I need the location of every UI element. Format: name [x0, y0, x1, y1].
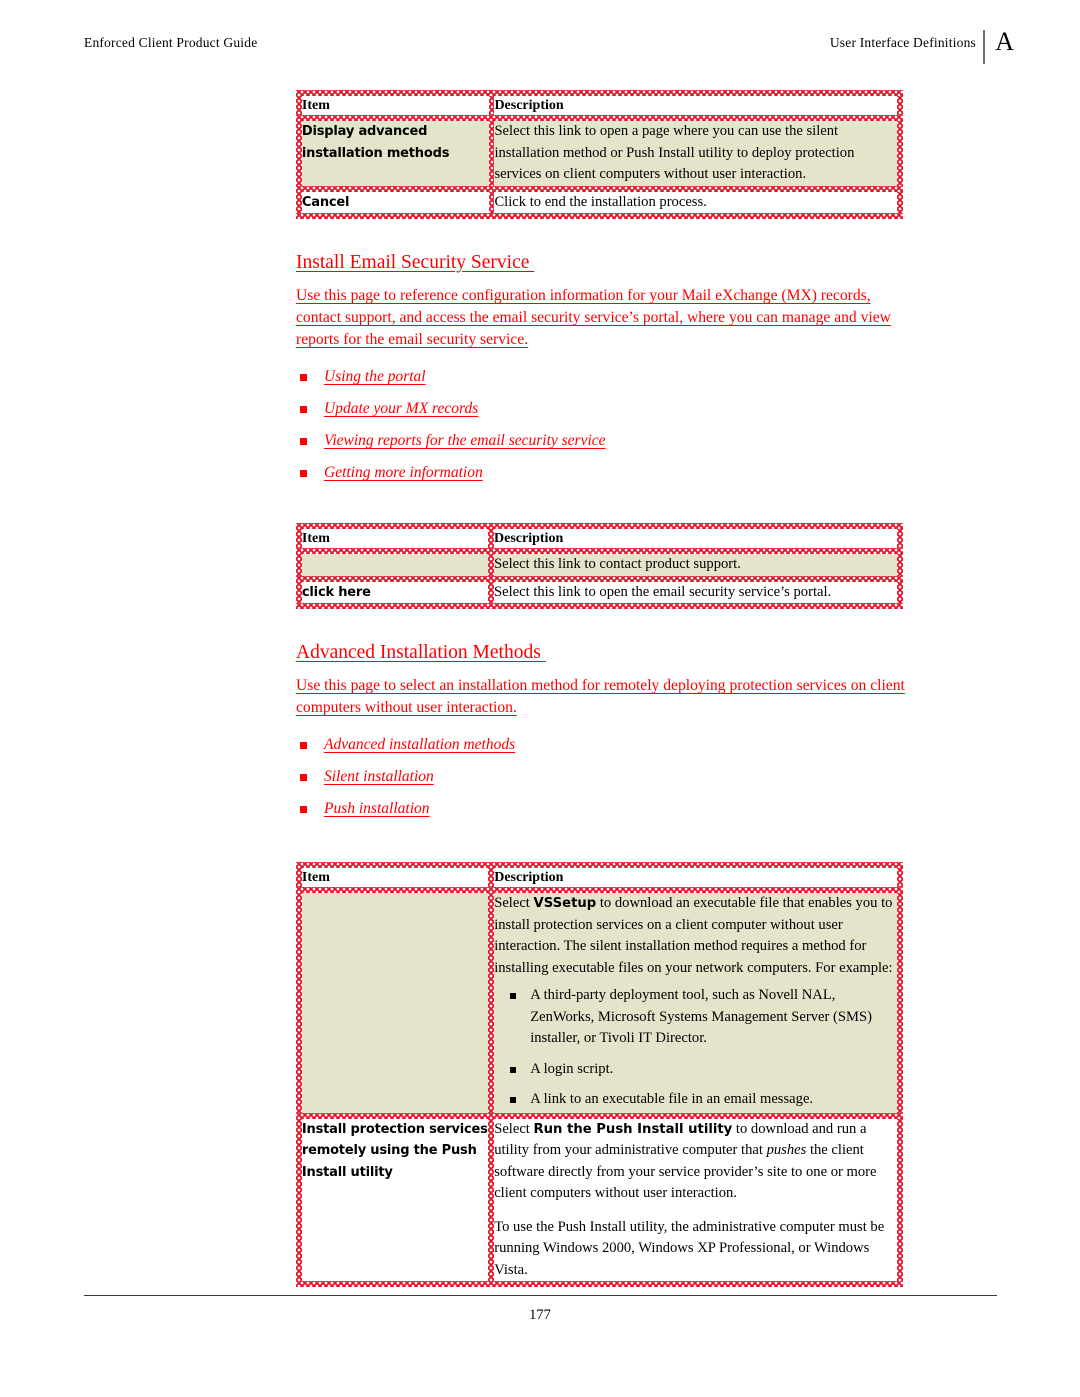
section-heading-advanced-installation-methods: Advanced Installation Methods — [296, 642, 546, 663]
table-cell-item: Install protection services remotely usi… — [301, 1121, 488, 1180]
table-cell-description: Select VSSetup to download an executable… — [494, 893, 897, 979]
silent-install-methods-list: A third-party deployment tool, such as N… — [494, 985, 897, 1111]
table-email-security-actions: Item Description Select this link to con… — [296, 523, 903, 609]
list-item[interactable]: Update your MX records — [296, 399, 906, 431]
header-book-title: Enforced Client Product Guide — [84, 35, 258, 50]
table-cell-description: Select Run the Push Install utility to d… — [494, 1119, 897, 1205]
page-running-header: Enforced Client Product Guide User Inter… — [84, 27, 1014, 64]
header-section-title: User Interface Definitions — [829, 35, 976, 50]
table-cell-description: Select this link to open the email secur… — [494, 583, 832, 600]
cross-reference-link[interactable]: Getting more information — [324, 464, 483, 481]
desc-lead-text: Select — [494, 895, 534, 911]
bullet-square-icon — [300, 470, 307, 477]
list-item[interactable]: Advanced installation methods — [296, 735, 906, 767]
cross-reference-link[interactable]: Silent installation — [324, 768, 434, 785]
table-bottom-border — [296, 1281, 903, 1287]
bullet-square-icon — [510, 993, 517, 999]
table-header-row: Item Description — [296, 529, 903, 548]
list-item-label: A third-party deployment tool, such as N… — [530, 987, 872, 1046]
link-list-advanced-install: Advanced installation methods Silent ins… — [296, 735, 906, 831]
list-item[interactable]: Push installation — [296, 799, 906, 831]
table-cell-item — [302, 554, 488, 576]
cross-reference-link[interactable]: Using the portal — [324, 368, 426, 385]
cross-reference-link[interactable]: Push installation — [324, 800, 430, 817]
ui-control-name-vssetup: VSSetup — [533, 896, 597, 911]
page-content: Item Description Display advanced instal… — [296, 90, 906, 1287]
list-item: A third-party deployment tool, such as N… — [508, 985, 897, 1050]
column-header-item: Item — [301, 531, 330, 546]
table-row: click here Select this link to open the … — [296, 581, 903, 603]
header-appendix-letter: A — [995, 27, 1014, 56]
list-item[interactable]: Getting more information — [296, 463, 906, 495]
list-item[interactable]: Silent installation — [296, 767, 906, 799]
bullet-square-icon — [510, 1066, 517, 1073]
list-item: A login script. — [508, 1059, 897, 1081]
section-body-advanced-installation-methods: Use this page to select an installation … — [296, 677, 905, 716]
column-header-description: Description — [494, 531, 564, 546]
table-advanced-install-methods: Item Description Select VSSetup to downl… — [296, 862, 903, 1287]
table-row: Install protection services remotely usi… — [296, 1118, 903, 1281]
list-item[interactable]: Using the portal — [296, 367, 906, 399]
cross-reference-link[interactable]: Advanced installation methods — [324, 736, 515, 753]
column-header-description: Description — [494, 870, 564, 885]
column-header-item: Item — [301, 98, 330, 113]
ui-control-name-run-push-install: Run the Push Install utility — [533, 1121, 733, 1137]
table-header-row: Item Description — [296, 96, 903, 115]
link-list-email-security: Using the portal Update your MX records … — [296, 367, 906, 495]
header-divider — [983, 30, 985, 64]
table-cell-item: Display advanced installation methods — [301, 124, 450, 161]
column-header-item: Item — [301, 870, 330, 885]
table-row: Select VSSetup to download an executable… — [296, 893, 903, 1113]
bullet-square-icon — [300, 438, 307, 445]
table-cell-description: Click to end the installation process. — [494, 193, 707, 210]
list-item: A link to an executable file in an email… — [508, 1089, 897, 1111]
table-install-actions: Item Description Display advanced instal… — [296, 90, 903, 219]
list-item[interactable]: Viewing reports for the email security s… — [296, 431, 906, 463]
bullet-square-icon — [510, 1097, 517, 1103]
bullet-square-icon — [300, 806, 307, 813]
table-cell-description: Select this link to contact product supp… — [494, 556, 741, 572]
bullet-square-icon — [300, 374, 307, 381]
footer-divider — [84, 1295, 997, 1296]
bullet-square-icon — [300, 742, 307, 749]
table-row: Display advanced installation methods Se… — [296, 121, 903, 186]
emphasis-pushes: pushes — [766, 1142, 807, 1158]
table-cell-item: Cancel — [301, 194, 350, 210]
table-cell-item: click here — [301, 584, 371, 600]
cross-reference-link[interactable]: Viewing reports for the email security s… — [324, 432, 606, 449]
table-cell-description: Select this link to open a page where yo… — [494, 123, 855, 182]
table-cell-item — [302, 893, 488, 915]
list-item-label: A login script. — [530, 1060, 614, 1077]
bullet-square-icon — [300, 774, 307, 781]
table-cell-description-paragraph-2: To use the Push Install utility, the adm… — [494, 1218, 885, 1278]
table-header-row: Item Description — [296, 868, 903, 887]
table-row: Select this link to contact product supp… — [296, 554, 903, 576]
section-body-install-email-security-service: Use this page to reference configuration… — [296, 287, 891, 348]
desc-lead-text: Select — [494, 1120, 534, 1137]
table-row: Cancel Click to end the installation pro… — [296, 191, 903, 213]
footer-page-number: 177 — [529, 1307, 551, 1323]
list-item-label: A link to an executable file in an email… — [530, 1091, 814, 1107]
section-heading-install-email-security-service: Install Email Security Service — [296, 252, 535, 273]
column-header-description: Description — [494, 98, 564, 113]
bullet-square-icon — [300, 406, 307, 413]
cross-reference-link[interactable]: Update your MX records — [324, 400, 478, 417]
